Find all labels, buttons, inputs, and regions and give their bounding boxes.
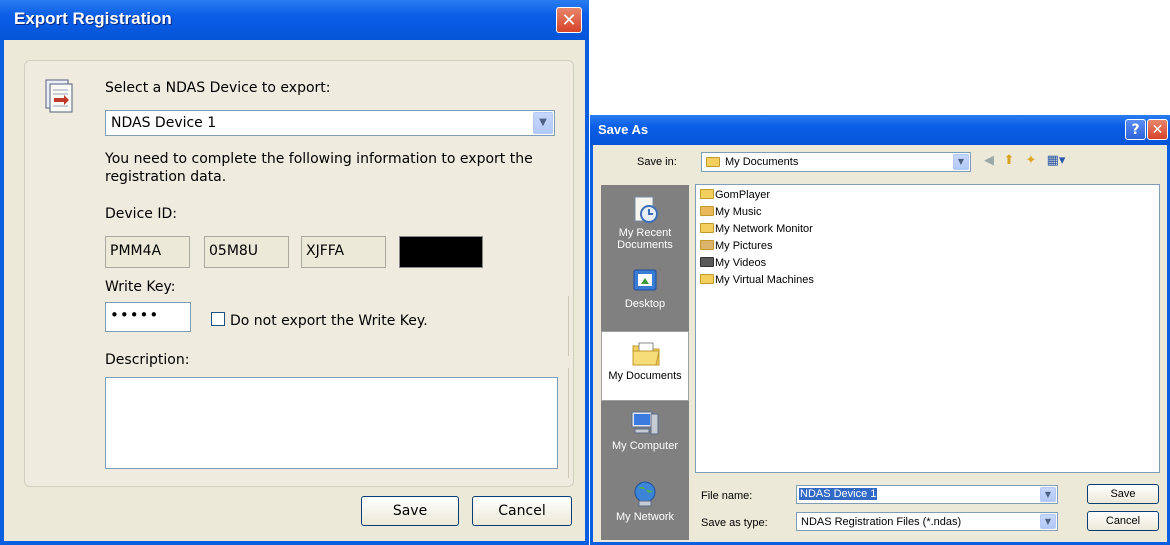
new-folder-icon[interactable]: ✦ <box>1023 153 1039 169</box>
place-label: My Computer <box>611 440 679 452</box>
place-label: My Recent <box>618 227 672 239</box>
device-id-part-4-hidden <box>399 236 483 268</box>
list-item[interactable]: GomPlayer <box>700 189 770 205</box>
divider <box>568 368 569 478</box>
cancel-button[interactable]: Cancel <box>1087 511 1159 531</box>
save-as-type-select[interactable]: NDAS Registration Files (*.ndas) ▼ <box>796 512 1058 531</box>
file-list[interactable]: GomPlayer My Music My Network Monitor My… <box>695 184 1160 473</box>
chevron-down-icon[interactable]: ▼ <box>953 154 969 170</box>
export-registration-window: Export Registration ✕ Select a NDAS Devi… <box>0 0 589 545</box>
pictures-folder-icon <box>700 240 714 250</box>
place-label: My Network <box>615 511 675 523</box>
divider <box>568 296 569 356</box>
chevron-down-icon[interactable]: ▼ <box>1040 514 1056 529</box>
place-my-computer[interactable]: My Computer <box>601 402 689 472</box>
description-label: Description: <box>105 352 190 368</box>
close-button[interactable]: ✕ <box>1147 119 1168 140</box>
no-export-write-key-checkbox[interactable] <box>211 312 225 326</box>
file-name: My Pictures <box>715 240 773 252</box>
save-button[interactable]: Save <box>1087 484 1159 504</box>
my-network-icon <box>634 481 656 507</box>
places-bar: My RecentDocuments Desktop My Documents <box>601 185 689 540</box>
save-as-window: Save As ? ✕ Save in: My Documents ▼ ◀ ⬆ … <box>590 115 1170 545</box>
my-computer-icon <box>631 411 659 435</box>
folder-icon <box>700 223 714 233</box>
views-menu-icon[interactable]: ▦▾ <box>1045 153 1067 169</box>
window-title: Save As <box>598 122 649 137</box>
file-name: My Virtual Machines <box>715 274 814 286</box>
device-id-part-2: 05M8U <box>204 236 289 268</box>
list-item[interactable]: My Videos <box>700 257 766 273</box>
save-as-type-label: Save as type: <box>701 517 768 529</box>
list-item[interactable]: My Virtual Machines <box>700 274 814 290</box>
my-documents-icon <box>706 157 720 167</box>
window-title: Export Registration <box>14 9 172 28</box>
cancel-button[interactable]: Cancel <box>472 496 572 526</box>
info-text-line2: registration data. <box>105 169 227 185</box>
write-key-input[interactable]: ••••• <box>105 302 191 332</box>
device-id-part-3: XJFFA <box>301 236 386 268</box>
place-my-network[interactable]: My Network <box>601 473 689 543</box>
place-desktop[interactable]: Desktop <box>601 260 689 330</box>
up-folder-icon[interactable]: ⬆ <box>1001 153 1017 169</box>
save-in-label: Save in: <box>637 156 677 168</box>
videos-folder-icon <box>700 257 714 267</box>
music-folder-icon <box>700 206 714 216</box>
close-button[interactable]: ✕ <box>556 7 582 33</box>
back-icon[interactable]: ◀ <box>981 153 997 169</box>
description-textarea[interactable] <box>105 377 558 469</box>
export-document-icon <box>45 79 73 113</box>
write-key-label: Write Key: <box>105 279 176 295</box>
save-as-type-value: NDAS Registration Files (*.ndas) <box>801 516 962 528</box>
folder-icon <box>700 189 714 199</box>
place-label: Desktop <box>624 298 666 310</box>
my-documents-icon <box>632 342 660 366</box>
file-name: My Music <box>715 206 762 218</box>
device-select-value: NDAS Device 1 <box>111 115 217 131</box>
list-item[interactable]: My Music <box>700 206 761 222</box>
chevron-down-icon[interactable]: ▼ <box>533 112 553 134</box>
folder-icon <box>700 274 714 284</box>
file-name: GomPlayer <box>715 189 771 201</box>
recent-documents-icon <box>634 196 658 223</box>
list-item[interactable]: My Network Monitor <box>700 223 813 239</box>
help-button[interactable]: ? <box>1125 119 1146 140</box>
no-export-write-key-label: Do not export the Write Key. <box>230 313 428 329</box>
file-name: My Network Monitor <box>715 223 813 235</box>
dialog-client-area: Save in: My Documents ▼ ◀ ⬆ ✦ ▦▾ My Rece… <box>593 145 1167 542</box>
device-id-part-1: PMM4A <box>105 236 190 268</box>
save-in-value: My Documents <box>725 156 799 168</box>
file-name-input[interactable]: NDAS Device 1 ▼ <box>796 485 1058 504</box>
desktop-icon <box>633 269 657 291</box>
chevron-down-icon[interactable]: ▼ <box>1040 487 1056 502</box>
info-text-line1: You need to complete the following infor… <box>105 151 533 167</box>
save-in-select[interactable]: My Documents ▼ <box>701 152 971 172</box>
title-bar[interactable]: Export Registration ✕ <box>0 0 589 40</box>
file-name-label: File name: <box>701 490 753 502</box>
device-id-label: Device ID: <box>105 206 177 222</box>
device-select[interactable]: NDAS Device 1 ▼ <box>105 110 555 136</box>
place-my-documents[interactable]: My Documents <box>601 331 689 401</box>
list-item[interactable]: My Pictures <box>700 240 772 256</box>
place-my-recent-documents[interactable]: My Recent Documents <box>601 189 689 259</box>
title-bar[interactable]: Save As ? ✕ <box>590 115 1170 145</box>
save-button[interactable]: Save <box>361 496 459 526</box>
file-name-value: NDAS Device 1 <box>799 488 878 500</box>
select-device-label: Select a NDAS Device to export: <box>105 80 331 96</box>
file-name: My Videos <box>715 257 767 269</box>
place-label: My Documents <box>608 370 682 382</box>
place-label-line2: Documents <box>617 239 673 251</box>
